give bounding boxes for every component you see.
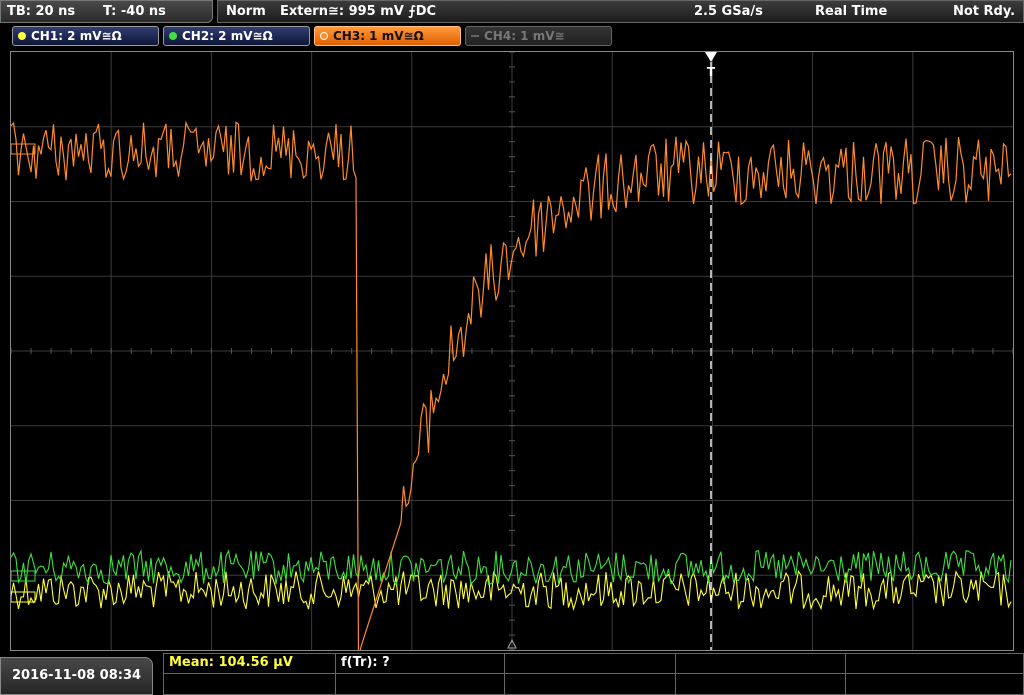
- measurement-table[interactable]: Mean: 104.56 µV f(Tr): ?: [163, 653, 1024, 695]
- meas-cell[interactable]: [676, 654, 846, 674]
- sample-rate-label: 2.5 GSa/s: [694, 4, 763, 19]
- status-label: Not Rdy.: [953, 4, 1016, 19]
- trigger-marker-label: T: [707, 65, 716, 79]
- status-bar: Norm Extern≅: 995 mV ⨍DC 2.5 GSa/s Real …: [217, 0, 1024, 23]
- meas-cell[interactable]: [505, 654, 676, 674]
- trigger-source-label[interactable]: Extern≅: 995 mV ⨍DC: [280, 4, 436, 19]
- meas-cell[interactable]: [336, 674, 505, 694]
- timebase-box[interactable]: TB: 20 ns T: -40 ns: [0, 0, 213, 23]
- channel-label: CH3: 1 mV≅Ω: [333, 29, 424, 43]
- datetime-label: 2016-11-08 08:34: [12, 668, 142, 683]
- ch3-dot-icon: [320, 32, 328, 40]
- channel-tab-ch2[interactable]: CH2: 2 mV≅Ω: [163, 26, 310, 46]
- meas-cell[interactable]: [846, 674, 1023, 694]
- trigger-time-label[interactable]: T: -40 ns: [103, 4, 166, 19]
- ch4-dash-icon: [471, 35, 479, 37]
- meas-cell[interactable]: [846, 654, 1023, 674]
- meas-ftr[interactable]: f(Tr): ?: [336, 654, 505, 674]
- top-bar: TB: 20 ns T: -40 ns Norm Extern≅: 995 mV…: [0, 0, 1024, 25]
- bottom-bar: 2016-11-08 08:34 Mean: 104.56 µV f(Tr): …: [0, 653, 1024, 695]
- ch2-dot-icon: [169, 32, 177, 40]
- channel-label: CH1: 2 mV≅Ω: [31, 29, 122, 43]
- acquisition-label: Real Time: [815, 4, 888, 19]
- channel-tab-ch1[interactable]: CH1: 2 mV≅Ω: [12, 26, 159, 46]
- meas-cell[interactable]: [164, 674, 336, 694]
- ch2-ground-icon: [11, 570, 36, 582]
- channel-row: CH1: 2 mV≅Ω CH2: 2 mV≅Ω CH3: 1 mV≅Ω CH4:…: [0, 25, 1024, 49]
- timebase-label[interactable]: TB: 20 ns: [7, 4, 75, 19]
- channel-tab-ch3[interactable]: CH3: 1 mV≅Ω: [314, 26, 461, 46]
- meas-mean[interactable]: Mean: 104.56 µV: [164, 654, 336, 674]
- meas-cell[interactable]: [676, 674, 846, 694]
- trigger-mode-label[interactable]: Norm: [226, 4, 266, 19]
- channel-tab-ch4[interactable]: CH4: 1 mV≅: [465, 26, 612, 46]
- channel-label: CH4: 1 mV≅: [484, 29, 565, 43]
- ch1-dot-icon: [18, 32, 26, 40]
- channel-label: CH2: 2 mV≅Ω: [182, 29, 273, 43]
- waveform-plot[interactable]: T: [11, 52, 1013, 650]
- meas-cell[interactable]: [505, 674, 676, 694]
- waveform-display[interactable]: T: [10, 51, 1014, 651]
- ch3-ground-icon: [11, 143, 36, 155]
- trigger-arrow-icon: [705, 52, 717, 62]
- datetime-box: 2016-11-08 08:34: [0, 657, 153, 695]
